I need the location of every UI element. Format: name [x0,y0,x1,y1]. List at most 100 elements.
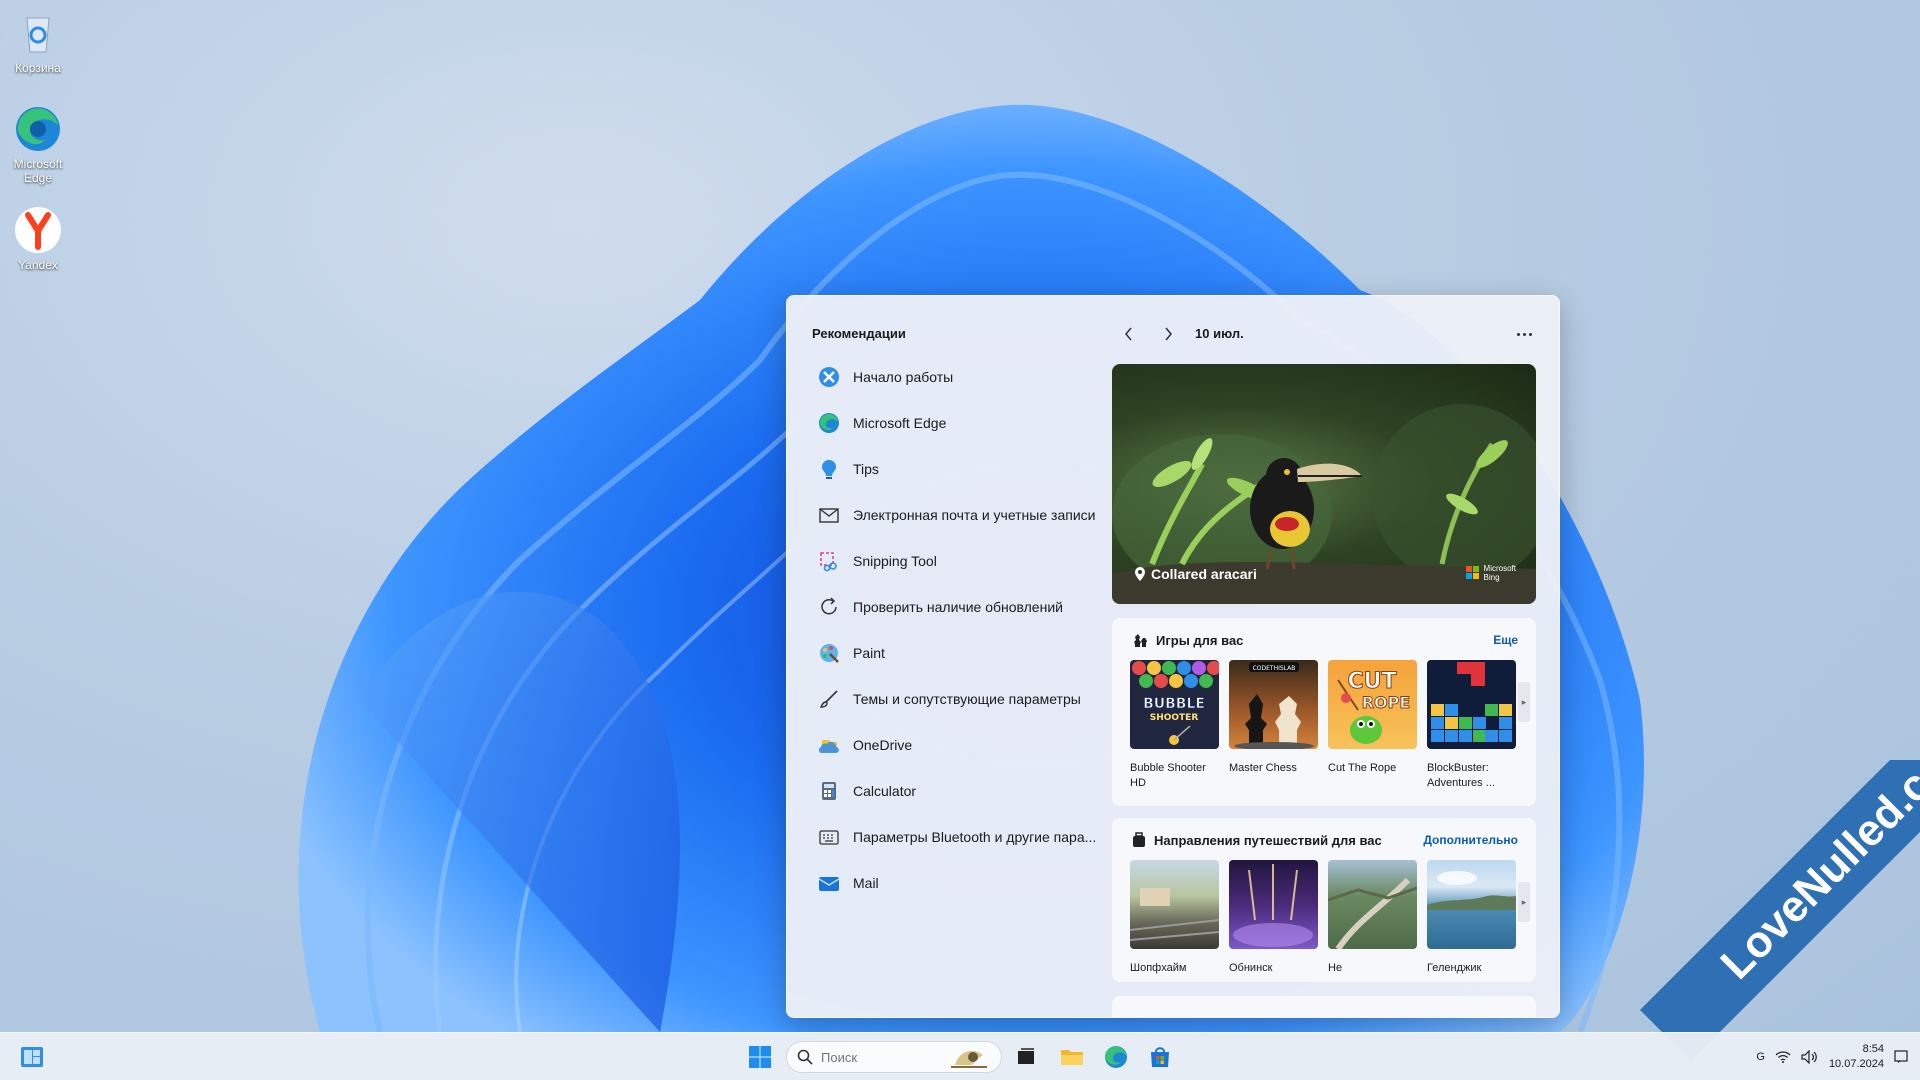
caret-right-icon: ▸ [1521,696,1527,707]
chess-pieces-icon [1134,634,1147,647]
travel-tile[interactable]: Геленджик [1427,860,1516,976]
store-button[interactable] [1144,1041,1176,1073]
mail-app-icon [817,871,841,895]
travel-thumbnail-1 [1130,860,1219,949]
travel-thumbnail-3 [1328,860,1417,949]
rec-item-email-accounts[interactable]: Электронная почта и учетные записи [817,492,1137,538]
desktop-icon-label: Microsoft Edge [13,157,63,185]
current-date: 10 июл. [1195,326,1244,341]
desktop-icon-label: Yandex [18,258,58,272]
next-card-peek [1112,996,1536,1017]
notification-icon[interactable] [1894,1050,1908,1064]
games-card: Игры для вас Еще BUBBLE SHOOTER Bubble S… [1112,618,1536,806]
rec-item-edge[interactable]: Microsoft Edge [817,400,1137,446]
more-options-button[interactable] [1509,322,1539,346]
suitcase-icon [1133,832,1145,847]
games-scroll-right-button[interactable]: ▸ [1518,682,1530,722]
rec-item-mail[interactable]: Mail [817,860,1137,906]
travel-scroll-right-button[interactable]: ▸ [1518,882,1530,922]
task-view-icon [1018,1048,1034,1064]
taskbar-search-box[interactable] [786,1041,1002,1073]
game-tile-blockbuster[interactable]: BlockBuster: Adventures ... [1427,660,1516,791]
rec-item-snipping-tool[interactable]: Snipping Tool [817,538,1137,584]
svg-text:CUT: CUT [1347,669,1396,694]
rec-item-themes[interactable]: Темы и сопутствующие параметры [817,676,1137,722]
games-more-link[interactable]: Еще [1493,633,1518,647]
refresh-icon [817,595,841,619]
rec-item-bluetooth-settings[interactable]: Параметры Bluetooth и другие пара... [817,814,1137,860]
travel-thumbnail-4 [1427,860,1516,949]
store-icon [1151,1047,1169,1067]
location-pin-icon [1135,567,1145,581]
desktop-icon-label: Корзина [15,61,61,75]
travel-label: Шопфхайм [1130,962,1187,974]
travel-card-header: Направления путешествий для вас [1132,832,1382,848]
desktop-icon-edge[interactable]: Microsoft Edge [8,104,68,185]
blockbuster-thumbnail [1427,660,1516,749]
game-tile-cut-the-rope[interactable]: CUT ROPE Cut The Rope [1328,660,1417,791]
system-tray: G 8:54 10.07.2024 [1756,1033,1908,1080]
cut-the-rope-thumbnail: CUT ROPE [1328,660,1417,749]
bubble-shooter-thumbnail: BUBBLE SHOOTER [1130,660,1219,749]
svg-text:ROPE: ROPE [1362,693,1411,712]
game-tile-master-chess[interactable]: CODETHISLAB Master Chess [1229,660,1318,791]
travel-label: Обнинск [1229,962,1273,974]
widgets-button[interactable] [16,1041,48,1073]
travel-label: Геленджик [1427,962,1482,974]
rec-item-calculator[interactable]: Calculator [817,768,1137,814]
next-button[interactable] [1156,322,1180,346]
mail-outline-icon [817,503,841,527]
search-icon [797,1049,813,1065]
games-card-header: Игры для вас [1132,632,1243,648]
brush-icon [817,687,841,711]
recommendations-list: Начало работы Microsoft Edge Tips Электр… [817,354,1137,906]
start-button[interactable] [744,1041,776,1073]
hero-caption[interactable]: Collared aracari [1134,566,1257,582]
widgets-panel: Рекомендации 10 июл. Начало работы Micro… [786,295,1560,1018]
windows-logo-icon [749,1046,771,1068]
rec-item-get-started[interactable]: Начало работы [817,354,1137,400]
rec-item-check-updates[interactable]: Проверить наличие обновлений [817,584,1137,630]
desktop-icon-recycle-bin[interactable]: Корзина [8,8,68,75]
travel-card: Направления путешествий для вас Дополнит… [1112,818,1536,982]
prev-button[interactable] [1117,322,1141,346]
travel-tile[interactable]: Шопфхайм [1130,860,1219,976]
rec-item-onedrive[interactable]: OneDrive [817,722,1137,768]
input-language[interactable]: G [1756,1051,1765,1063]
yandex-icon [13,205,63,255]
edge-taskbar-button[interactable] [1100,1041,1132,1073]
calculator-icon [817,779,841,803]
rec-item-paint[interactable]: Paint [817,630,1137,676]
desktop-icon-yandex[interactable]: Yandex [8,205,68,272]
chevron-right-icon [1165,327,1172,341]
taskbar: G 8:54 10.07.2024 [0,1032,1920,1080]
wifi-icon[interactable] [1775,1050,1791,1064]
panel-title: Рекомендации [812,326,906,341]
game-title: Bubble Shooter HD [1130,762,1206,789]
folder-icon [1061,1050,1083,1065]
master-chess-thumbnail: CODETHISLAB [1229,660,1318,749]
recycle-bin-icon [13,8,63,58]
edge-icon [817,411,841,435]
snipping-tool-icon [817,549,841,573]
chevron-left-icon [1125,327,1132,341]
travel-tile[interactable]: Не [1328,860,1417,976]
volume-icon[interactable] [1801,1050,1819,1064]
game-title: BlockBuster: Adventures ... [1427,762,1495,789]
hero-image-card[interactable]: Collared aracari Microsoft Bing [1112,364,1536,604]
rec-item-tips[interactable]: Tips [817,446,1137,492]
file-explorer-button[interactable] [1056,1041,1088,1073]
keyboard-icon [817,825,841,849]
travel-thumbnail-2 [1229,860,1318,949]
game-tile-bubble-shooter[interactable]: BUBBLE SHOOTER Bubble Shooter HD [1130,660,1219,791]
search-input[interactable] [821,1049,941,1065]
travel-more-link[interactable]: Дополнительно [1423,833,1518,847]
svg-text:SHOOTER: SHOOTER [1150,713,1199,723]
travel-tile[interactable]: Обнинск [1229,860,1318,976]
clock[interactable]: 8:54 10.07.2024 [1829,1042,1884,1072]
caret-right-icon: ▸ [1521,896,1527,907]
task-view-button[interactable] [1010,1041,1042,1073]
onedrive-icon [817,733,841,757]
search-highlight-icon [951,1050,987,1068]
paint-icon [817,641,841,665]
